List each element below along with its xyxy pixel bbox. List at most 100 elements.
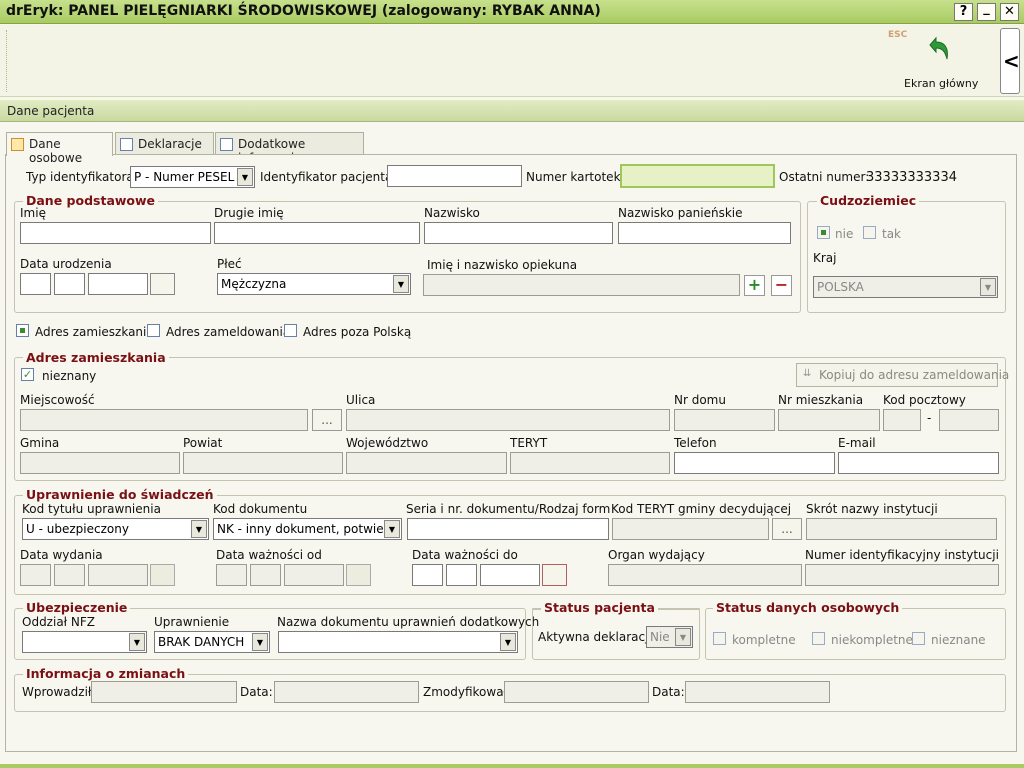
kod-tytulu-select[interactable]: U - ubezpieczony ▼ xyxy=(22,518,209,540)
imie-input[interactable] xyxy=(20,222,211,244)
uprawnienie-title: Uprawnienie do świadczeń xyxy=(23,487,217,502)
data-urodzenia-month[interactable] xyxy=(54,273,85,295)
identyfikator-input[interactable] xyxy=(387,165,522,187)
home-back-icon[interactable] xyxy=(922,33,954,65)
calendar-icon xyxy=(346,564,371,586)
seria-input[interactable] xyxy=(407,518,609,540)
aktywna-deklaracja-select: Nie ▼ xyxy=(646,626,693,648)
skrot-input xyxy=(806,518,997,540)
window-bottom-border xyxy=(0,764,1024,768)
tab-dodatkowe-informacje[interactable]: Dodatkowe informacje xyxy=(215,132,364,165)
nazwa-dokumentu-select[interactable]: ▼ xyxy=(278,631,518,653)
opiekun-input xyxy=(423,274,740,296)
remove-guardian-button[interactable]: − xyxy=(771,275,792,296)
organ-input xyxy=(608,564,802,586)
powiat-label: Powiat xyxy=(183,436,223,450)
typ-identyfikatora-select[interactable]: P - Numer PESEL ▼ xyxy=(130,166,255,188)
home-screen-button[interactable]: Ekran główny xyxy=(904,77,978,90)
add-guardian-button[interactable]: + xyxy=(744,275,765,296)
nazwisko-panienskie-input[interactable] xyxy=(618,222,791,244)
data-wydania-label: Data wydania xyxy=(20,548,103,562)
minimize-button[interactable]: _ xyxy=(977,2,996,21)
telefon-input[interactable] xyxy=(674,452,835,474)
kod-tytulu-label: Kod tytułu uprawnienia xyxy=(22,502,161,516)
calendar-icon[interactable] xyxy=(150,273,175,295)
nazwisko-panienskie-label: Nazwisko panieńskie xyxy=(618,206,743,220)
adres-poza-polska-label: Adres poza Polską xyxy=(303,325,412,339)
email-input[interactable] xyxy=(838,452,999,474)
nazwisko-input[interactable] xyxy=(424,222,613,244)
wprowadzil-label: Wprowadził: xyxy=(22,685,96,699)
email-label: E-mail xyxy=(838,436,876,450)
tab-deklaracje[interactable]: Deklaracje xyxy=(115,132,214,155)
data-urodzenia-day[interactable] xyxy=(20,273,51,295)
data-urodzenia-year[interactable] xyxy=(88,273,148,295)
telefon-label: Telefon xyxy=(674,436,717,450)
data2-label: Data: xyxy=(652,685,685,699)
seria-label: Seria i nr. dokumentu/Rodzaj form. E xyxy=(406,502,610,516)
info-list-icon xyxy=(220,138,233,151)
organ-label: Organ wydający xyxy=(608,548,705,562)
niekompletne-label: niekompletne xyxy=(831,633,913,647)
numer-kartoteki-input[interactable] xyxy=(620,164,775,188)
drugie-imie-label: Drugie imię xyxy=(214,206,284,220)
esc-hint: ESC xyxy=(888,30,908,40)
calendar-icon xyxy=(150,564,175,586)
oddzial-nfz-label: Oddział NFZ xyxy=(22,615,95,629)
chevron-down-icon: ▼ xyxy=(237,168,253,186)
adres-zamieszkania-checkbox[interactable] xyxy=(16,324,29,337)
uprawnienie-select[interactable]: BRAK DANYCH ▼ xyxy=(154,631,270,653)
numer-instytucji-label: Numer identyfikacyjny instytucji xyxy=(805,548,999,562)
oddzial-nfz-select[interactable]: ▼ xyxy=(22,631,147,653)
teryt-input xyxy=(510,452,670,474)
kod-teryt-browse-button[interactable]: ... xyxy=(772,518,802,540)
ulica-label: Ulica xyxy=(346,393,376,407)
plec-select[interactable]: Mężczyzna ▼ xyxy=(217,273,411,295)
drugie-imie-input[interactable] xyxy=(214,222,420,244)
adres-poza-polska-checkbox[interactable] xyxy=(284,324,297,337)
collapse-panel-button[interactable]: < xyxy=(1000,28,1020,94)
tab-dane-osobowe[interactable]: Dane osobowe xyxy=(6,132,113,165)
cudzoziemiec-tak-checkbox[interactable] xyxy=(863,226,876,239)
waznosci-od-label: Data ważności od xyxy=(216,548,322,562)
ubezpieczenie-title: Ubezpieczenie xyxy=(23,600,131,615)
kopiuj-button[interactable]: ⇊ Kopiuj do adresu zameldowania xyxy=(796,363,1009,387)
teryt-label: TERYT xyxy=(510,436,548,450)
chevron-down-icon: ▼ xyxy=(384,520,400,538)
chevron-down-icon: ▼ xyxy=(980,278,996,296)
wojewodztwo-label: Województwo xyxy=(346,436,429,450)
kraj-select: POLSKA ▼ xyxy=(813,276,998,298)
nieznany-checkbox[interactable]: ✓ xyxy=(21,368,34,381)
miejscowosc-browse-button[interactable]: ... xyxy=(312,409,342,431)
kod-dash: - xyxy=(927,411,932,425)
adres-zameldowania-checkbox[interactable] xyxy=(147,324,160,337)
numer-instytucji-input xyxy=(805,564,999,586)
help-button[interactable]: ? xyxy=(954,3,973,21)
waznosci-do-year[interactable] xyxy=(480,564,540,586)
person-card-icon xyxy=(11,138,24,151)
nr-domu-input xyxy=(674,409,775,431)
uprawnienie-label: Uprawnienie xyxy=(154,615,230,629)
section-header: Dane pacjenta xyxy=(0,100,1024,122)
gmina-label: Gmina xyxy=(20,436,60,450)
nieznane-checkbox xyxy=(912,632,925,645)
data-urodzenia-label: Data urodzenia xyxy=(20,257,112,271)
waznosci-od-day xyxy=(216,564,247,586)
adres-zameldowania-check-label: Adres zameldowania xyxy=(166,325,291,339)
toolbar xyxy=(0,25,1024,97)
kraj-label: Kraj xyxy=(813,251,837,265)
adres-zamieszkania-check-label: Adres zamieszkania xyxy=(35,325,154,339)
chevron-left-icon: < xyxy=(1003,49,1020,73)
close-button[interactable]: ✕ xyxy=(1000,3,1019,21)
aktywna-deklaracja-label: Aktywna deklaracja xyxy=(538,630,656,644)
data2-input xyxy=(685,681,830,703)
cudzoziemiec-nie-checkbox[interactable] xyxy=(817,226,830,239)
waznosci-do-day[interactable] xyxy=(412,564,443,586)
waznosci-do-month[interactable] xyxy=(446,564,477,586)
data-wydania-month xyxy=(54,564,85,586)
powiat-input xyxy=(183,452,343,474)
calendar-icon[interactable] xyxy=(542,564,567,586)
kod-dokumentu-select[interactable]: NK - inny dokument, potwierd ▼ xyxy=(213,518,402,540)
cudzoziemiec-nie-label: nie xyxy=(835,227,854,241)
wprowadzil-input xyxy=(91,681,237,703)
